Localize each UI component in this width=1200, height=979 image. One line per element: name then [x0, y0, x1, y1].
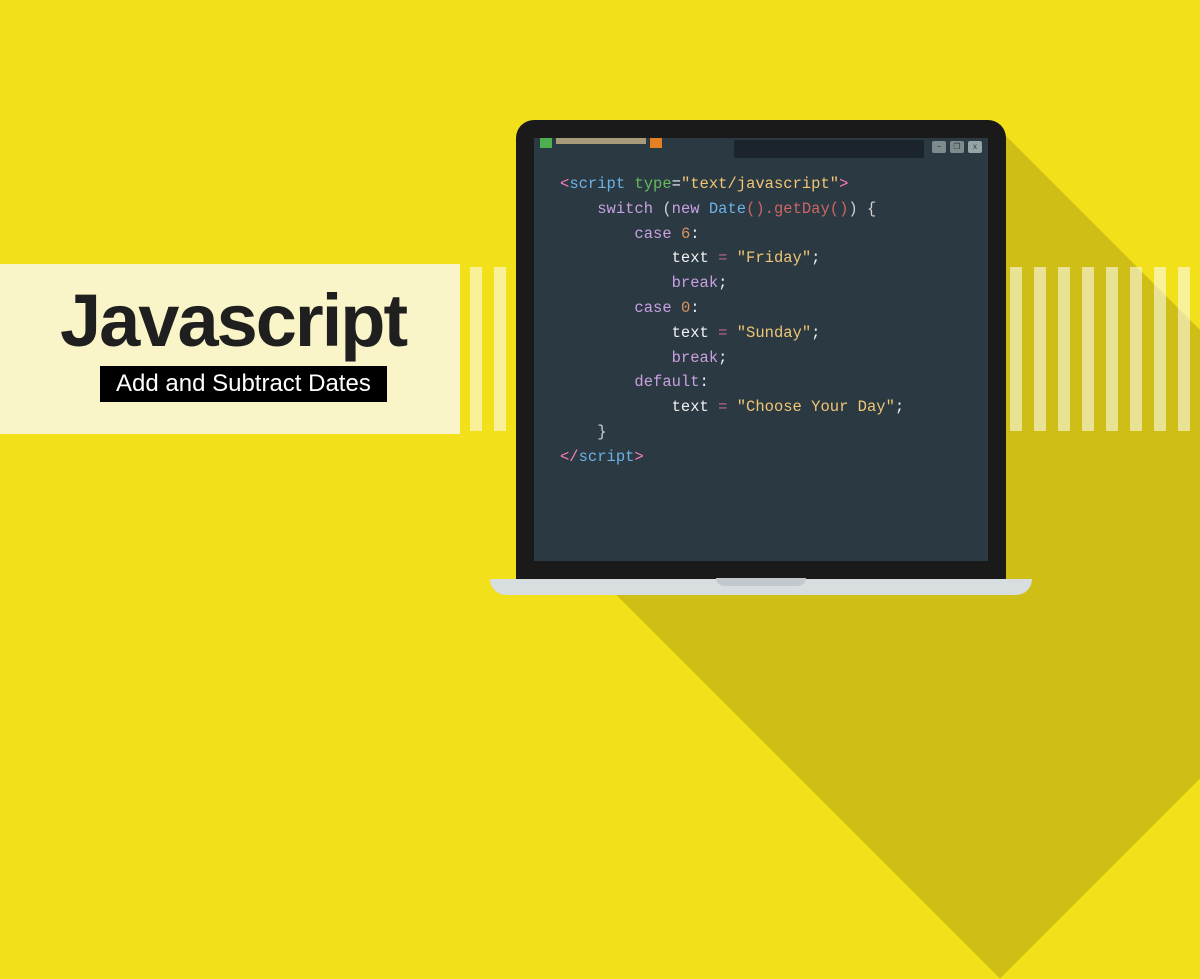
code-token: break: [672, 274, 719, 292]
code-token: ) {: [848, 200, 876, 218]
marker-orange: [650, 138, 662, 148]
code-token: break: [672, 349, 719, 367]
bar: [1130, 267, 1142, 431]
code-token: script: [569, 175, 625, 193]
code-token: ().getDay(): [746, 200, 848, 218]
title-panel: Javascript Add and Subtract Dates: [0, 264, 460, 434]
editor-top-bar: − ❐ x: [534, 138, 988, 152]
code-token: =: [718, 398, 737, 416]
minimize-icon: −: [932, 141, 946, 153]
code-token: =: [718, 324, 737, 342]
code-token: type: [625, 175, 672, 193]
code-token: </: [560, 448, 579, 466]
marker-beige: [556, 138, 646, 144]
bar: [1154, 267, 1166, 431]
bar: [1082, 267, 1094, 431]
code-block: <script type="text/javascript"> switch (…: [560, 172, 904, 470]
code-token: case: [634, 299, 671, 317]
code-token: Date: [700, 200, 747, 218]
laptop-illustration: − ❐ x <script type="text/javascript"> sw…: [516, 120, 1006, 595]
bar: [494, 267, 506, 431]
bar: [1106, 267, 1118, 431]
title-main: Javascript: [60, 284, 420, 358]
code-token: }: [597, 423, 606, 441]
window-controls: − ❐ x: [932, 141, 982, 153]
bar: [470, 267, 482, 431]
decorative-bars-right: [1010, 267, 1190, 431]
laptop-notch: [716, 578, 806, 586]
code-token: 6: [672, 225, 691, 243]
bar: [1010, 267, 1022, 431]
code-token: default: [634, 373, 699, 391]
code-token: text: [672, 249, 719, 267]
code-token: :: [690, 299, 699, 317]
code-token: :: [690, 225, 699, 243]
title-subtitle: Add and Subtract Dates: [100, 366, 387, 402]
code-token: "Sunday": [737, 324, 811, 342]
code-token: ;: [895, 398, 904, 416]
code-token: "Choose Your Day": [737, 398, 895, 416]
code-token: text: [672, 398, 719, 416]
code-token: (: [653, 200, 672, 218]
code-token: "text/javascript": [681, 175, 839, 193]
code-token: 0: [672, 299, 691, 317]
code-token: ;: [811, 249, 820, 267]
laptop-bezel: − ❐ x <script type="text/javascript"> sw…: [516, 120, 1006, 579]
maximize-icon: ❐: [950, 141, 964, 153]
code-token: script: [579, 448, 635, 466]
marker-green: [540, 138, 552, 148]
code-token: =: [718, 249, 737, 267]
code-token: case: [634, 225, 671, 243]
code-editor-screen: − ❐ x <script type="text/javascript"> sw…: [534, 138, 988, 561]
code-token: ;: [811, 324, 820, 342]
code-token: switch: [597, 200, 653, 218]
code-token: ;: [718, 349, 727, 367]
close-icon: x: [968, 141, 982, 153]
code-token: >: [634, 448, 643, 466]
code-token: >: [839, 175, 848, 193]
bar: [1058, 267, 1070, 431]
code-token: =: [672, 175, 681, 193]
laptop-base: [490, 579, 1032, 595]
code-token: ;: [718, 274, 727, 292]
code-token: text: [672, 324, 719, 342]
bar: [1178, 267, 1190, 431]
bar: [1034, 267, 1046, 431]
code-token: :: [700, 373, 709, 391]
code-token: "Friday": [737, 249, 811, 267]
code-token: new: [672, 200, 700, 218]
address-bar: [734, 140, 924, 158]
code-token: <: [560, 175, 569, 193]
